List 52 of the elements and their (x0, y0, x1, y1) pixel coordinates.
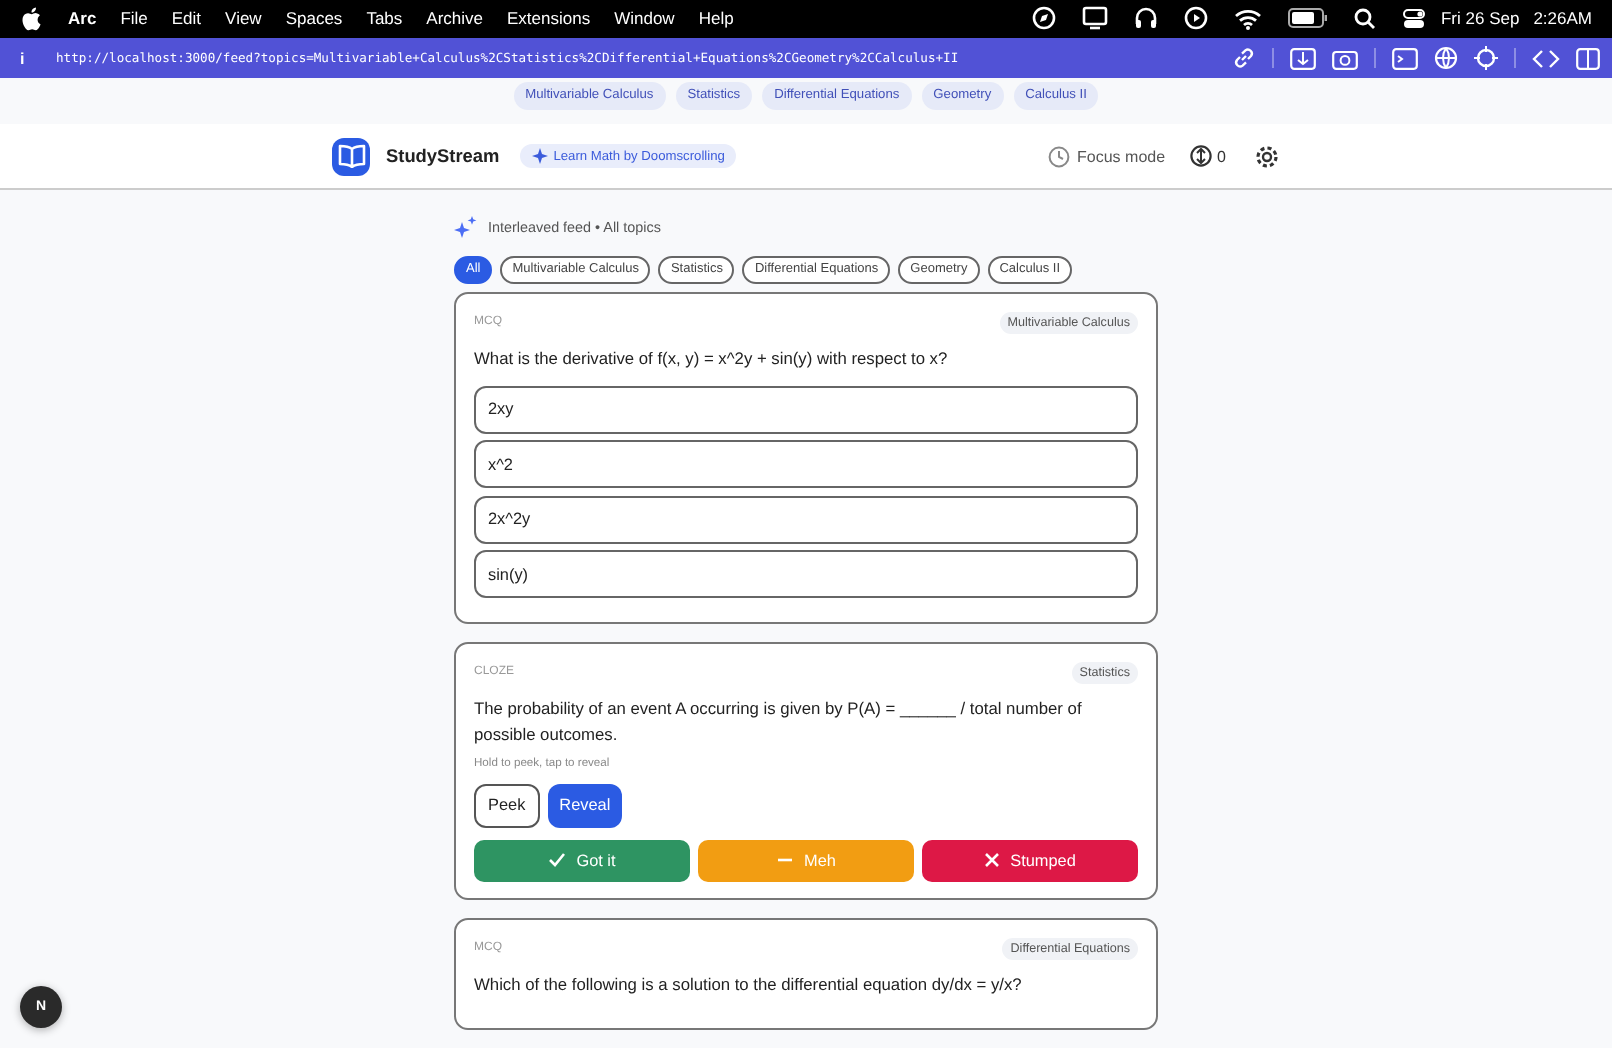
peek-button[interactable]: Peek (474, 783, 540, 828)
sidebar-icon[interactable] (1576, 47, 1600, 70)
split-view-icon[interactable] (1532, 47, 1560, 70)
sparkles-icon (454, 215, 478, 240)
question-text: Which of the following is a solution to the differential equation dy/dx = y/x? (474, 971, 1024, 998)
wifi-icon[interactable] (1234, 7, 1263, 30)
rating-button[interactable]: Got it (474, 839, 690, 882)
answer-option[interactable]: sin(y) (474, 550, 1138, 599)
display-icon[interactable] (1082, 6, 1109, 31)
crosshair-icon[interactable] (1474, 46, 1498, 71)
globe-icon[interactable] (1434, 46, 1458, 71)
menu-item[interactable]: Tabs (366, 8, 403, 29)
answer-option[interactable]: 2x^2y (474, 495, 1138, 544)
menu-item[interactable]: Window (614, 8, 675, 29)
sparkle-icon (531, 148, 548, 165)
streak-counter[interactable]: 0 (1189, 144, 1226, 169)
answer-option[interactable]: x^2 (474, 440, 1138, 489)
book-logo-icon (332, 137, 370, 176)
close-icon (984, 852, 1001, 869)
apple-logo-icon[interactable] (20, 5, 42, 32)
info-button[interactable]: i (20, 49, 32, 68)
camera-icon[interactable] (1332, 47, 1358, 70)
menu-item[interactable]: Edit (171, 8, 202, 29)
reveal-button[interactable]: Reveal (547, 783, 623, 828)
capture-icon[interactable] (1290, 47, 1316, 70)
answer-option[interactable]: 2xy (474, 385, 1138, 434)
control-center-icon[interactable] (1402, 7, 1427, 30)
settings-icon[interactable] (1254, 143, 1280, 170)
menu-item[interactable]: Archive (426, 8, 483, 29)
check-icon (548, 852, 567, 869)
question-text: The probability of an event A occurring is given by P(A) = ______ / total number of possible outcomes. (474, 695, 1084, 748)
menu-item[interactable]: Extensions (507, 8, 591, 29)
headphones-icon[interactable] (1134, 6, 1159, 31)
arrows-circle-icon (1189, 144, 1212, 169)
menu-item[interactable]: Spaces (285, 8, 343, 29)
terminal-icon[interactable] (1392, 47, 1418, 70)
time-text: 2:26AM (1533, 8, 1592, 29)
brand-name: StudyStream (386, 146, 500, 167)
question-text: What is the derivative of f(x, y) = x^2y + sin(y) with respect to x? (474, 345, 950, 372)
link-icon[interactable] (1232, 46, 1256, 71)
compass-icon[interactable] (1032, 6, 1057, 31)
clock-icon (1047, 145, 1070, 168)
menu-item[interactable]: View (225, 8, 262, 29)
app-menu[interactable]: Arc (68, 8, 97, 29)
rating-button[interactable]: Stumped (922, 839, 1138, 882)
menu-item[interactable]: File (120, 8, 148, 29)
search-icon[interactable] (1354, 7, 1377, 30)
battery-icon[interactable] (1288, 8, 1329, 29)
menu-item[interactable]: Help (698, 8, 734, 29)
play-icon[interactable] (1184, 6, 1209, 31)
date-text: Fri 26 Sep (1440, 8, 1520, 29)
focus-mode-button[interactable]: Focus mode (1047, 145, 1166, 168)
